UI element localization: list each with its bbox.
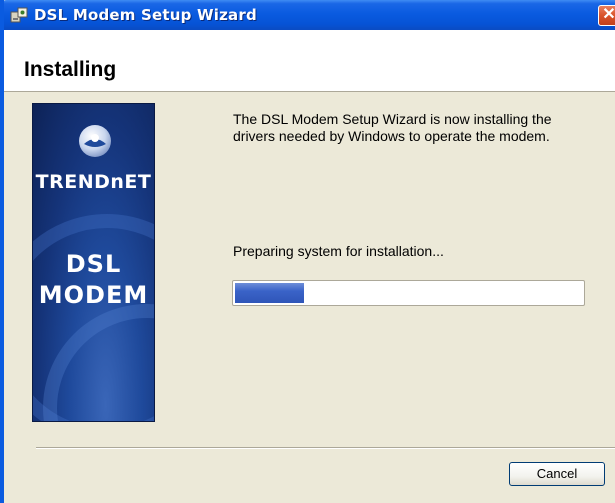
install-message: The DSL Modem Setup Wizard is now instal… (233, 111, 552, 144)
close-button[interactable]: ✕ (598, 5, 615, 26)
page-title: Installing (24, 58, 117, 81)
status-text: Preparing system for installation... (233, 243, 444, 259)
trendnet-logo-icon (79, 125, 111, 157)
header-panel: Installing (4, 30, 615, 92)
progress-fill (235, 283, 304, 303)
brand-logo-text: TRENDnET (35, 171, 152, 193)
product-line-1: DSL (65, 250, 122, 278)
setup-wizard-icon (10, 7, 28, 23)
product-line-2: MODEM (38, 281, 149, 309)
footer-divider (36, 447, 615, 449)
wizard-window: DSL Modem Setup Wizard ✕ Installing TREN… (0, 0, 615, 503)
progress-bar (232, 280, 585, 306)
product-banner: TRENDnET DSL MODEM (32, 103, 155, 422)
cancel-button[interactable]: Cancel (509, 462, 605, 486)
window-title: DSL Modem Setup Wizard (34, 6, 257, 24)
title-bar[interactable]: DSL Modem Setup Wizard ✕ (4, 0, 615, 30)
close-icon: ✕ (602, 6, 615, 23)
